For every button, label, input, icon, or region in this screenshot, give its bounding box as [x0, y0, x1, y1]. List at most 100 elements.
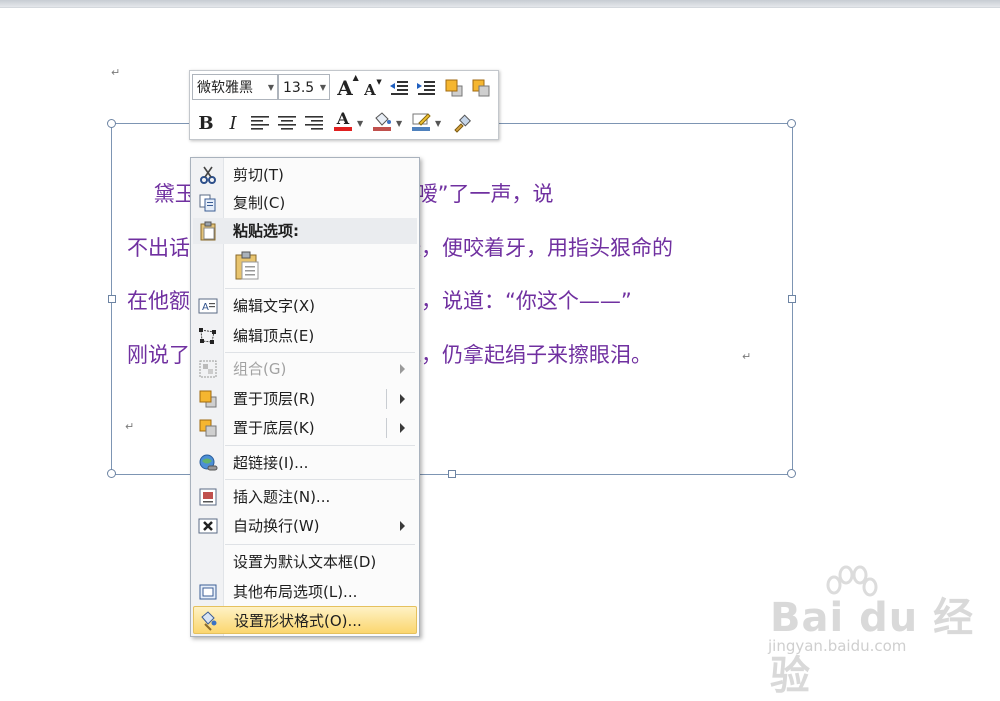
- group-icon: [199, 360, 217, 378]
- shrink-font-icon: A ▼: [364, 77, 382, 99]
- align-left-icon: [251, 116, 269, 130]
- clipboard-icon: [235, 251, 259, 280]
- menu-item-format-shape[interactable]: 设置形状格式(O)...: [193, 606, 417, 634]
- increase-indent-icon: [417, 81, 435, 95]
- send-backward-button[interactable]: [469, 76, 493, 100]
- menu-item-set-default-textbox[interactable]: 设置为默认文本框(D): [193, 548, 417, 576]
- paste-keep-source-button[interactable]: [233, 251, 261, 281]
- menu-item-more-layout-options[interactable]: 其他布局选项(L)...: [193, 578, 417, 606]
- chevron-down-icon[interactable]: ▼: [435, 119, 441, 128]
- chevron-down-icon: ▼: [267, 83, 274, 92]
- menu-separator: [225, 479, 415, 480]
- align-right-icon: [305, 116, 323, 130]
- submenu-arrow-icon: [400, 364, 405, 374]
- menu-item-bring-to-front[interactable]: 置于顶层(R): [193, 385, 417, 413]
- submenu-arrow-icon[interactable]: [400, 394, 405, 404]
- menu-separator: [225, 445, 415, 446]
- menu-separator: [225, 288, 415, 289]
- paragraph-mark: ↵: [111, 66, 121, 79]
- decrease-indent-button[interactable]: [387, 76, 411, 100]
- bring-forward-button[interactable]: [442, 76, 466, 100]
- send-backward-icon: [472, 79, 490, 97]
- format-painter-icon: [454, 114, 472, 133]
- menu-item-hyperlink[interactable]: 超链接(I)...: [193, 449, 417, 477]
- fill-color-swatch: [373, 126, 391, 131]
- paint-bucket-icon: [375, 111, 391, 126]
- resize-handle-right[interactable]: [788, 295, 796, 303]
- align-left-button[interactable]: [248, 111, 272, 135]
- menu-item-group[interactable]: 组合(G): [193, 355, 417, 383]
- scissors-icon: [200, 166, 216, 184]
- baidu-jingyan-watermark: Bai du 经验 jingyan.baidu.com: [760, 565, 980, 699]
- resize-handle-top-left[interactable]: [107, 119, 116, 128]
- menu-item-label: 设置为默认文本框(D): [233, 553, 377, 571]
- bring-to-front-icon: [199, 390, 217, 408]
- menu-item-text-wrap[interactable]: 自动换行(W): [193, 512, 417, 540]
- submenu-arrow-icon[interactable]: [400, 423, 405, 433]
- watermark-url: jingyan.baidu.com: [768, 637, 907, 655]
- context-menu: 剪切(T) 复制(C) 粘贴选项: A 编辑文字(X) 编辑顶点(E) 组合(G…: [190, 157, 420, 637]
- font-color-button[interactable]: A: [331, 109, 355, 133]
- copy-icon: [199, 194, 216, 212]
- line-color-swatch: [412, 126, 430, 131]
- resize-handle-bottom[interactable]: [448, 470, 456, 478]
- font-name-select[interactable]: 微软雅黑 ▼: [192, 74, 278, 100]
- menu-item-edit-points[interactable]: 编辑顶点(E): [193, 322, 417, 350]
- menu-item-label: 其他布局选项(L)...: [233, 583, 358, 601]
- menu-item-label: 超链接(I)...: [233, 454, 309, 472]
- chevron-down-icon[interactable]: ▼: [357, 119, 363, 128]
- resize-handle-bottom-left[interactable]: [107, 469, 116, 478]
- bold-button[interactable]: B: [194, 111, 218, 135]
- layout-options-icon: [199, 584, 217, 600]
- window-top-bar: [0, 0, 1000, 8]
- format-shape-icon: [201, 611, 217, 631]
- menu-separator: [225, 544, 415, 545]
- grow-font-button[interactable]: A ▲: [333, 72, 359, 100]
- menu-item-label: 编辑文字(X): [233, 297, 315, 315]
- bring-forward-icon: [445, 79, 463, 97]
- format-painter-button[interactable]: [450, 111, 474, 135]
- resize-handle-left[interactable]: [108, 295, 116, 303]
- menu-item-label: 复制(C): [233, 194, 286, 212]
- font-size-value: 13.5: [283, 80, 315, 96]
- svg-text:A: A: [202, 302, 209, 313]
- paragraph-mark: ↵: [742, 350, 752, 363]
- grow-font-icon: A ▲: [337, 72, 359, 100]
- hyperlink-icon: [199, 454, 218, 471]
- split-divider: [386, 389, 387, 409]
- menu-item-copy[interactable]: 复制(C): [193, 189, 417, 217]
- menu-item-send-to-back[interactable]: 置于底层(K): [193, 414, 417, 442]
- shape-fill-button[interactable]: [370, 109, 394, 133]
- italic-button[interactable]: I: [221, 111, 245, 135]
- menu-item-label: 置于顶层(R): [233, 390, 316, 408]
- menu-item-cut[interactable]: 剪切(T): [193, 161, 417, 189]
- font-name-value: 微软雅黑: [197, 80, 253, 96]
- align-center-icon: [278, 116, 296, 130]
- pencil-icon: [412, 112, 431, 126]
- chevron-down-icon[interactable]: ▼: [396, 119, 402, 128]
- menu-item-label: 组合(G): [233, 360, 287, 378]
- menu-item-edit-text[interactable]: A 编辑文字(X): [193, 292, 417, 320]
- send-to-back-icon: [199, 419, 217, 437]
- font-size-select[interactable]: 13.5 ▼: [278, 74, 330, 100]
- align-right-button[interactable]: [302, 111, 326, 135]
- font-color-icon: A: [336, 109, 350, 128]
- menu-item-label: 置于底层(K): [233, 419, 315, 437]
- increase-indent-button[interactable]: [414, 76, 438, 100]
- text-wrap-icon: [198, 518, 218, 534]
- menu-item-label: 剪切(T): [233, 166, 284, 184]
- resize-handle-top-right[interactable]: [787, 119, 796, 128]
- paste-options-header: 粘贴选项:: [193, 218, 417, 244]
- menu-item-label: 插入题注(N)...: [233, 488, 331, 506]
- menu-separator: [225, 352, 415, 353]
- resize-handle-bottom-right[interactable]: [787, 469, 796, 478]
- font-color-swatch: [334, 127, 352, 131]
- shrink-font-button[interactable]: A ▼: [358, 76, 382, 100]
- edit-points-icon: [199, 328, 216, 344]
- chevron-down-icon: ▼: [319, 83, 326, 92]
- align-center-button[interactable]: [275, 111, 299, 135]
- decrease-indent-icon: [390, 81, 408, 95]
- menu-item-insert-caption[interactable]: 插入题注(N)...: [193, 483, 417, 511]
- menu-item-label: 粘贴选项:: [233, 222, 299, 240]
- shape-outline-button[interactable]: [409, 109, 433, 133]
